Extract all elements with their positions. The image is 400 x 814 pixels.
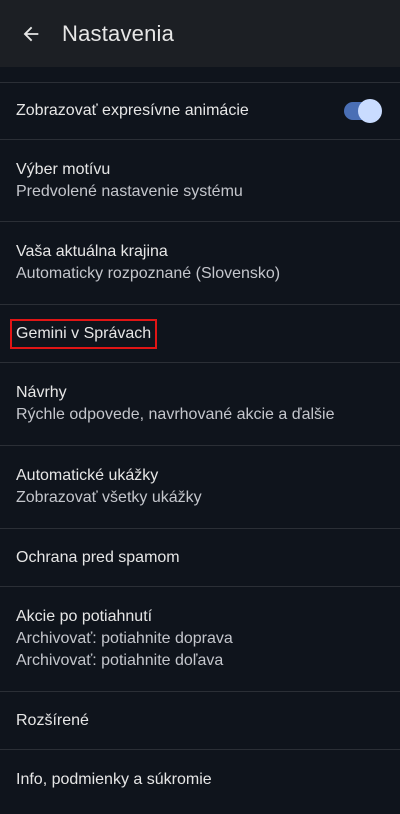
top-app-bar: Nastavenia [0,0,400,67]
setting-gemini[interactable]: Gemini v Správach [0,305,400,362]
settings-list: Zobrazovať expresívne animácie Výber mot… [0,67,400,810]
setting-expressive-animations[interactable]: Zobrazovať expresívne animácie [0,83,400,139]
arrow-back-icon [23,26,39,41]
setting-label: Návrhy [16,384,67,401]
setting-swipe[interactable]: Akcie po potiahnutí Archivovať: potiahni… [0,587,400,691]
setting-previews[interactable]: Automatické ukážky Zobrazovať všetky uká… [0,446,400,528]
setting-label: Automatické ukážky [16,467,159,484]
back-button[interactable] [16,19,46,49]
setting-about[interactable]: Info, podmienky a súkromie [0,750,400,810]
setting-value: Archivovať: potiahnite doľava [16,652,224,669]
setting-label: Zobrazovať expresívne animácie [16,102,249,119]
setting-spam[interactable]: Ochrana pred spamom [0,529,400,586]
setting-value: Predvolené nastavenie systému [16,182,243,200]
setting-label: Ochrana pred spamom [16,548,180,566]
setting-label: Gemini v Správach [10,318,158,349]
setting-value: Rýchle odpovede, navrhované akcie a ďalš… [16,406,335,423]
setting-value: Archivovať: potiahnite doprava [16,630,233,647]
setting-country[interactable]: Vaša aktuálna krajina Automaticky rozpoz… [0,222,400,304]
setting-value: Automaticky rozpoznané (Slovensko) [16,265,281,282]
setting-advanced[interactable]: Rozšírené [0,692,400,749]
setting-value: Zobrazovať všetky ukážky [16,489,202,506]
page-title: Nastavenia [62,20,175,46]
setting-theme[interactable]: Výber motívu Predvolené nastavenie systé… [0,140,400,221]
setting-label: Info, podmienky a súkromie [16,771,212,788]
setting-label: Rozšírené [16,711,89,729]
setting-label: Vaša aktuálna krajina [16,243,168,260]
expressive-animations-toggle[interactable] [344,99,382,123]
toggle-thumb [358,99,382,123]
setting-label: Výber motívu [16,160,111,178]
setting-label: Akcie po potiahnutí [16,608,153,625]
setting-suggestions[interactable]: Návrhy Rýchle odpovede, navrhované akcie… [0,363,400,445]
